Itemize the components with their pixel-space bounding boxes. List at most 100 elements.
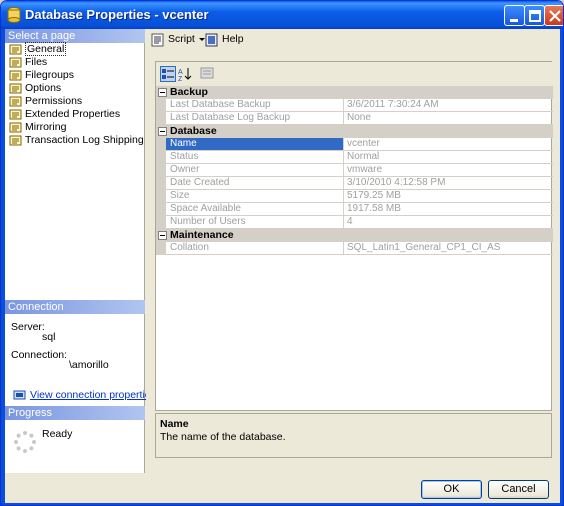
property-row-last-database-log-backup[interactable]: Last Database Log Backup None bbox=[156, 112, 553, 125]
connection-section: Connection Server: sql Connection: \amor… bbox=[5, 300, 156, 408]
server-label: Server: bbox=[11, 321, 45, 333]
property-name: Size bbox=[166, 190, 344, 202]
collapse-icon[interactable] bbox=[158, 88, 167, 97]
property-pages-button[interactable] bbox=[200, 66, 216, 82]
category-database[interactable]: Database bbox=[156, 125, 553, 138]
category-backup[interactable]: Backup bbox=[156, 86, 553, 99]
category-maintenance[interactable]: Maintenance bbox=[156, 229, 553, 242]
property-row-date-created[interactable]: Date Created 3/10/2010 4:12:58 PM bbox=[156, 177, 553, 190]
page-item-extended-properties[interactable]: Extended Properties bbox=[5, 108, 145, 121]
page-item-label: Extended Properties bbox=[25, 108, 121, 120]
connection-value: \amorillo bbox=[69, 359, 109, 371]
page-item-label: Options bbox=[25, 82, 62, 94]
property-value: 1917.58 MB bbox=[347, 203, 401, 214]
page-item-label: Files bbox=[25, 56, 48, 68]
property-row-last-database-backup[interactable]: Last Database Backup 3/6/2011 7:30:24 AM bbox=[156, 99, 553, 112]
minimize-icon bbox=[510, 19, 518, 22]
cancel-button[interactable]: Cancel bbox=[488, 480, 549, 499]
page-icon bbox=[9, 122, 22, 133]
row-gutter bbox=[156, 164, 166, 177]
property-row-size[interactable]: Size 5179.25 MB bbox=[156, 190, 553, 203]
progress-section: Progress Ready bbox=[5, 406, 145, 473]
property-row-name[interactable]: Name vcenter bbox=[156, 138, 553, 151]
svg-text:Z: Z bbox=[178, 76, 183, 82]
row-gutter bbox=[156, 177, 166, 190]
category-label: Maintenance bbox=[170, 229, 234, 241]
property-name: Status bbox=[166, 151, 344, 163]
left-pane: Select a page General Files Filegroups O… bbox=[5, 29, 156, 473]
page-icon bbox=[9, 135, 22, 146]
row-gutter bbox=[156, 99, 166, 112]
page-icon bbox=[9, 70, 22, 81]
property-value: SQL_Latin1_General_CP1_CI_AS bbox=[347, 242, 501, 253]
page-item-transaction-log-shipping[interactable]: Transaction Log Shipping bbox=[5, 134, 145, 147]
property-value: 3/6/2011 7:30:24 AM bbox=[347, 99, 439, 110]
alphabetical-button[interactable]: AZ bbox=[177, 66, 193, 83]
server-value: sql bbox=[42, 331, 56, 343]
page-item-files[interactable]: Files bbox=[5, 56, 145, 69]
property-description-panel: Name The name of the database. bbox=[155, 413, 552, 458]
property-pages-icon bbox=[200, 67, 214, 79]
property-value: Normal bbox=[347, 151, 380, 162]
property-value: 5179.25 MB bbox=[347, 190, 401, 201]
maximize-button[interactable] bbox=[524, 5, 545, 26]
page-item-mirroring[interactable]: Mirroring bbox=[5, 121, 145, 134]
property-name: Number of Users bbox=[166, 216, 344, 228]
collapse-icon[interactable] bbox=[158, 127, 167, 136]
categorized-icon bbox=[162, 69, 174, 79]
database-icon bbox=[7, 7, 21, 23]
row-gutter bbox=[156, 151, 166, 164]
help-label: Help bbox=[222, 33, 244, 45]
property-value: None bbox=[347, 112, 371, 123]
page-item-permissions[interactable]: Permissions bbox=[5, 95, 145, 108]
row-gutter bbox=[156, 112, 166, 125]
page-item-options[interactable]: Options bbox=[5, 82, 145, 95]
progress-spinner-icon bbox=[14, 431, 36, 453]
connection-header: Connection bbox=[5, 300, 145, 314]
page-item-label: Transaction Log Shipping bbox=[25, 134, 144, 146]
property-name: Last Database Log Backup bbox=[166, 112, 344, 124]
category-label: Backup bbox=[170, 86, 208, 98]
categorized-button[interactable] bbox=[160, 66, 176, 82]
svg-text:A: A bbox=[178, 69, 183, 76]
script-label: Script bbox=[168, 33, 195, 45]
page-item-label: General bbox=[25, 42, 67, 56]
property-row-space-available[interactable]: Space Available 1917.58 MB bbox=[156, 203, 553, 216]
property-row-number-of-users[interactable]: Number of Users 4 bbox=[156, 216, 553, 229]
property-name: Last Database Backup bbox=[166, 99, 344, 111]
close-icon bbox=[549, 10, 561, 22]
help-button[interactable]: Help bbox=[205, 33, 245, 49]
property-name: Collation bbox=[166, 242, 344, 254]
property-row-collation[interactable]: Collation SQL_Latin1_General_CP1_CI_AS bbox=[156, 242, 553, 255]
page-icon bbox=[9, 57, 22, 68]
script-button[interactable]: Script bbox=[151, 33, 209, 49]
maximize-icon bbox=[529, 10, 541, 22]
window-title: Database Properties - vcenter bbox=[25, 7, 209, 22]
category-label: Database bbox=[170, 125, 217, 137]
property-row-owner[interactable]: Owner vmware bbox=[156, 164, 553, 177]
title-bar: Database Properties - vcenter bbox=[1, 1, 563, 29]
page-item-general[interactable]: General bbox=[5, 42, 145, 56]
page-item-label: Mirroring bbox=[25, 121, 67, 133]
view-connection-properties-link[interactable]: View connection properties bbox=[30, 389, 156, 401]
page-item-filegroups[interactable]: Filegroups bbox=[5, 69, 145, 82]
page-icon bbox=[9, 83, 22, 94]
close-button[interactable] bbox=[544, 5, 563, 26]
property-name: Date Created bbox=[166, 177, 344, 189]
property-value: 3/10/2010 4:12:58 PM bbox=[347, 177, 446, 188]
script-icon bbox=[151, 33, 164, 47]
property-row-status[interactable]: Status Normal bbox=[156, 151, 553, 164]
connection-label: Connection: bbox=[11, 349, 68, 361]
collapse-icon[interactable] bbox=[158, 231, 167, 240]
progress-status: Ready bbox=[42, 428, 73, 440]
sort-alphabetical-icon: AZ bbox=[178, 68, 192, 83]
row-gutter bbox=[156, 138, 166, 151]
connection-properties-icon bbox=[13, 390, 26, 400]
description-title: Name bbox=[160, 418, 189, 430]
description-text: The name of the database. bbox=[160, 431, 286, 443]
page-icon bbox=[9, 109, 22, 120]
main-toolbar: Script Help bbox=[146, 29, 557, 51]
right-pane: Script Help AZ Backup Last Database Back… bbox=[146, 29, 557, 473]
ok-button[interactable]: OK bbox=[421, 480, 482, 499]
minimize-button[interactable] bbox=[504, 5, 525, 26]
